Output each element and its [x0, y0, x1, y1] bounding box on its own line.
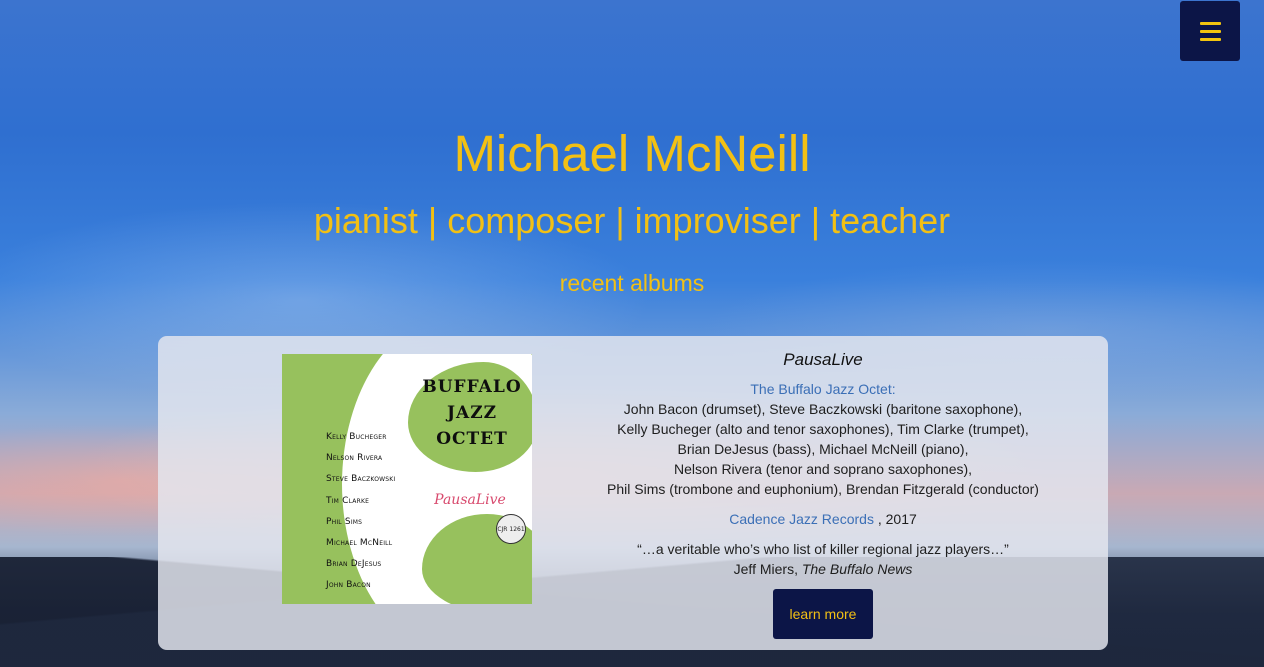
cover-member: Kelly Bucheger	[326, 432, 387, 442]
record-label-logo: CJR 1261	[496, 514, 526, 544]
record-label-link[interactable]: Cadence Jazz Records	[729, 511, 874, 527]
cover-member: Steve Baczkowski	[326, 474, 396, 485]
release-year: , 2017	[877, 511, 917, 527]
personnel-line: John Bacon (drumset), Steve Baczkowski (…	[623, 401, 1023, 417]
cover-member: Phil Sims	[326, 516, 363, 527]
album-info: PausaLive The Buffalo Jazz Octet: John B…	[578, 348, 1068, 639]
hamburger-menu-icon-bar	[1199, 29, 1221, 33]
quote-text: “…a veritable who’s who list of killer r…	[637, 541, 1009, 557]
personnel-line: Kelly Bucheger (alto and tenor saxophone…	[617, 421, 1029, 437]
cover-band-line: BUFFALO	[422, 377, 522, 397]
personnel-line: Phil Sims (trombone and euphonium), Bren…	[607, 481, 1039, 497]
cover-member: Brian DeJesus	[326, 559, 382, 570]
personnel-list: John Bacon (drumset), Steve Baczkowski (…	[578, 399, 1068, 499]
band-link[interactable]: The Buffalo Jazz Octet:	[578, 379, 1068, 399]
learn-more-button[interactable]: learn more	[773, 589, 873, 639]
quote-attribution: Jeff Miers, The Buffalo News	[578, 559, 1068, 579]
hamburger-menu-icon-bar	[1199, 21, 1221, 25]
album-cover[interactable]: BUFFALO JAZZ OCTET PausaLive Kelly Buche…	[282, 354, 532, 604]
label-line: Cadence Jazz Records , 2017	[578, 509, 1068, 529]
tagline: pianist | composer | improviser | teache…	[313, 200, 951, 241]
cover-band-line: JAZZ	[446, 403, 498, 423]
personnel-line: Brian DeJesus (bass), Michael McNeill (p…	[677, 441, 969, 457]
site-title: Michael McNeill	[453, 125, 811, 182]
album-card: BUFFALO JAZZ OCTET PausaLive Kelly Buche…	[158, 336, 1108, 650]
cover-member: Tim Clarke	[326, 495, 370, 506]
quote-source: The Buffalo News	[801, 561, 913, 577]
cover-member: John Bacon	[326, 580, 371, 591]
cover-album-title: PausaLive	[434, 492, 506, 508]
cover-member-list: Kelly Bucheger Nelson Rivera Steve Baczk…	[326, 427, 395, 597]
cover-band-line: OCTET	[436, 429, 508, 449]
album-title: PausaLive	[783, 350, 863, 369]
cover-band-name: BUFFALO JAZZ OCTET	[422, 374, 522, 452]
cover-member: Michael McNeill	[326, 538, 393, 549]
press-quote: “…a veritable who’s who list of killer r…	[578, 539, 1068, 579]
personnel-line: Nelson Rivera (tenor and soprano saxopho…	[673, 461, 973, 477]
menu-button[interactable]	[1180, 1, 1240, 61]
hamburger-menu-icon-bar	[1199, 37, 1221, 41]
quote-author: Jeff Miers,	[733, 561, 798, 577]
cover-member: Nelson Rivera	[326, 453, 383, 464]
section-title: recent albums	[559, 270, 705, 296]
